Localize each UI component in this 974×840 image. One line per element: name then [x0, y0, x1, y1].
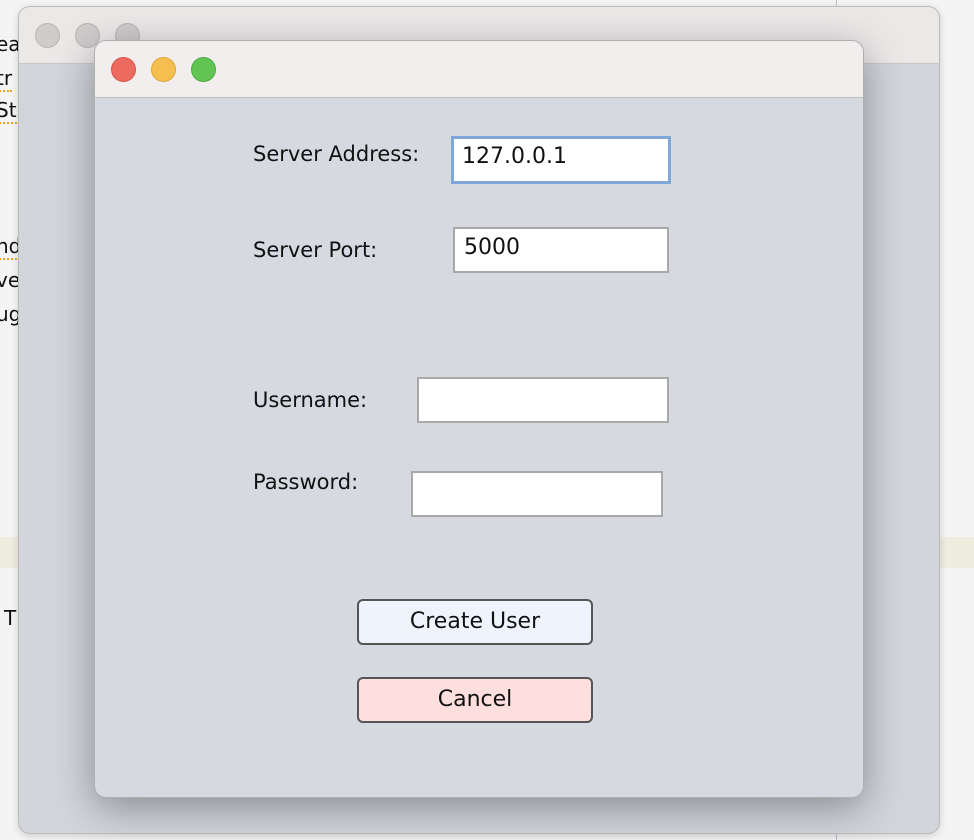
background-text: T [4, 606, 17, 630]
username-label: Username: [253, 388, 368, 412]
server-port-input[interactable]: 5000 [453, 227, 669, 273]
dialog-titlebar [95, 41, 863, 98]
server-address-input[interactable]: 127.0.0.1 [451, 136, 671, 184]
close-icon[interactable] [111, 57, 136, 82]
background-text: St [0, 98, 17, 124]
inactive-close-icon[interactable] [35, 23, 60, 48]
username-input[interactable] [417, 377, 669, 423]
server-address-label: Server Address: [253, 142, 420, 166]
create-user-dialog: Server Address: 127.0.0.1 Server Port: 5… [94, 40, 864, 798]
password-input[interactable] [411, 471, 663, 517]
create-user-button[interactable]: Create User [357, 599, 593, 645]
cancel-button[interactable]: Cancel [357, 677, 593, 723]
password-label: Password: [253, 470, 359, 494]
server-port-label: Server Port: [253, 238, 378, 262]
minimize-icon[interactable] [151, 57, 176, 82]
background-text: tr [0, 66, 13, 92]
zoom-icon[interactable] [191, 57, 216, 82]
